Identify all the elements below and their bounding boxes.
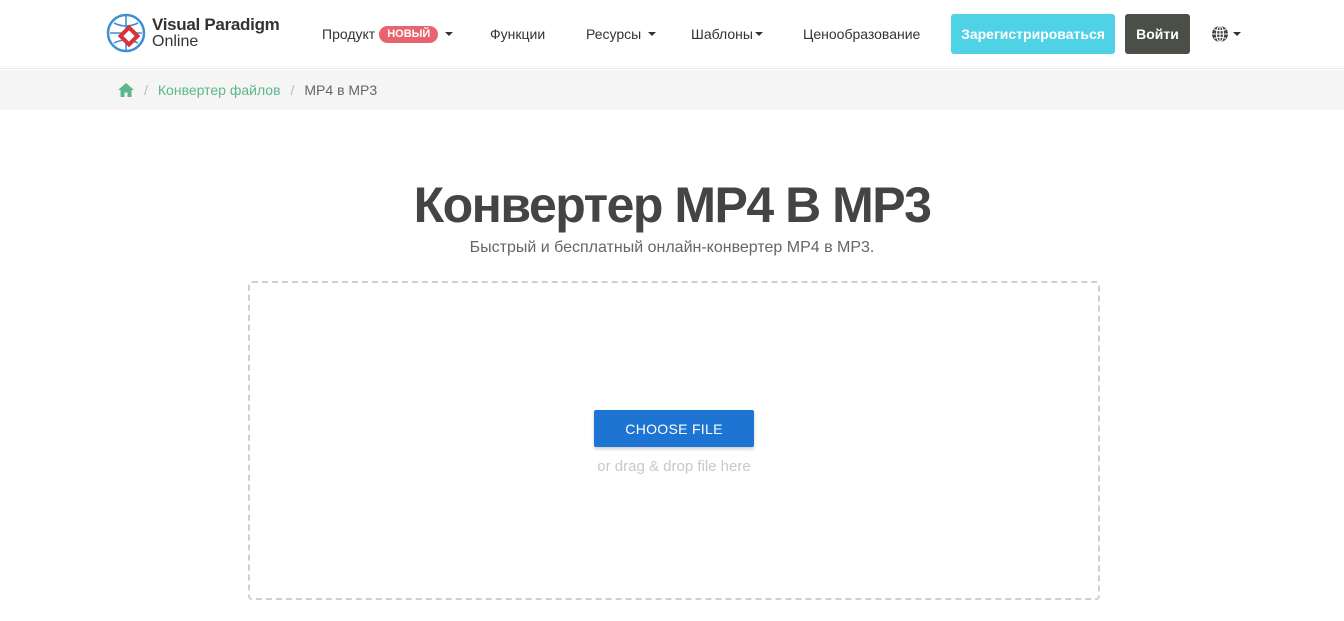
breadcrumb: / Конвертер файлов / MP4 в MP3 [118, 70, 377, 110]
language-selector[interactable] [1211, 24, 1241, 44]
breadcrumb-current: MP4 в MP3 [304, 82, 378, 98]
new-badge: НОВЫЙ [379, 25, 439, 43]
breadcrumb-separator: / [290, 82, 295, 98]
globe-icon [1212, 25, 1228, 43]
nav-templates[interactable]: Шаблоны [691, 25, 763, 43]
chevron-down-icon [648, 32, 657, 36]
login-button[interactable]: Войти [1125, 14, 1190, 54]
nav-product[interactable]: Продукт НОВЫЙ [322, 25, 454, 43]
logo-text: Visual Paradigm Online [152, 15, 280, 50]
nav-pricing-label: Ценообразование [803, 26, 921, 42]
nav-resources-label: Ресурсы [586, 26, 642, 42]
logo-line1: Visual Paradigm [152, 15, 280, 34]
visual-paradigm-logo-icon [106, 13, 146, 53]
register-button[interactable]: Зарегистрироваться [951, 14, 1115, 54]
breadcrumb-separator: / [144, 82, 148, 98]
nav-features[interactable]: Функции [490, 25, 545, 43]
nav-pricing[interactable]: Ценообразование [803, 25, 920, 43]
nav-product-label: Продукт [322, 26, 376, 42]
nav-resources[interactable]: Ресурсы [586, 25, 657, 43]
page-title: Конвертер MP4 В MP3 [413, 177, 932, 233]
drop-hint: or drag & drop file here [597, 458, 751, 475]
chevron-down-icon [754, 32, 763, 36]
breadcrumb-bar: / Конвертер файлов / MP4 в MP3 [0, 70, 1344, 110]
choose-file-button[interactable]: CHOOSE FILE [594, 410, 754, 447]
page-subtitle: Быстрый и бесплатный онлайн-конвертер MP… [469, 239, 875, 256]
nav-features-label: Функции [490, 26, 546, 42]
nav-templates-label: Шаблоны [691, 26, 753, 42]
chevron-down-icon [1233, 32, 1241, 36]
top-header: Visual Paradigm Online Продукт НОВЫЙ Фун… [0, 0, 1344, 69]
chevron-down-icon [445, 32, 454, 36]
breadcrumb-file-converter[interactable]: Конвертер файлов [158, 82, 281, 98]
home-icon[interactable] [118, 83, 134, 97]
logo-line2: Online [152, 33, 199, 50]
logo[interactable]: Visual Paradigm Online [106, 11, 280, 55]
